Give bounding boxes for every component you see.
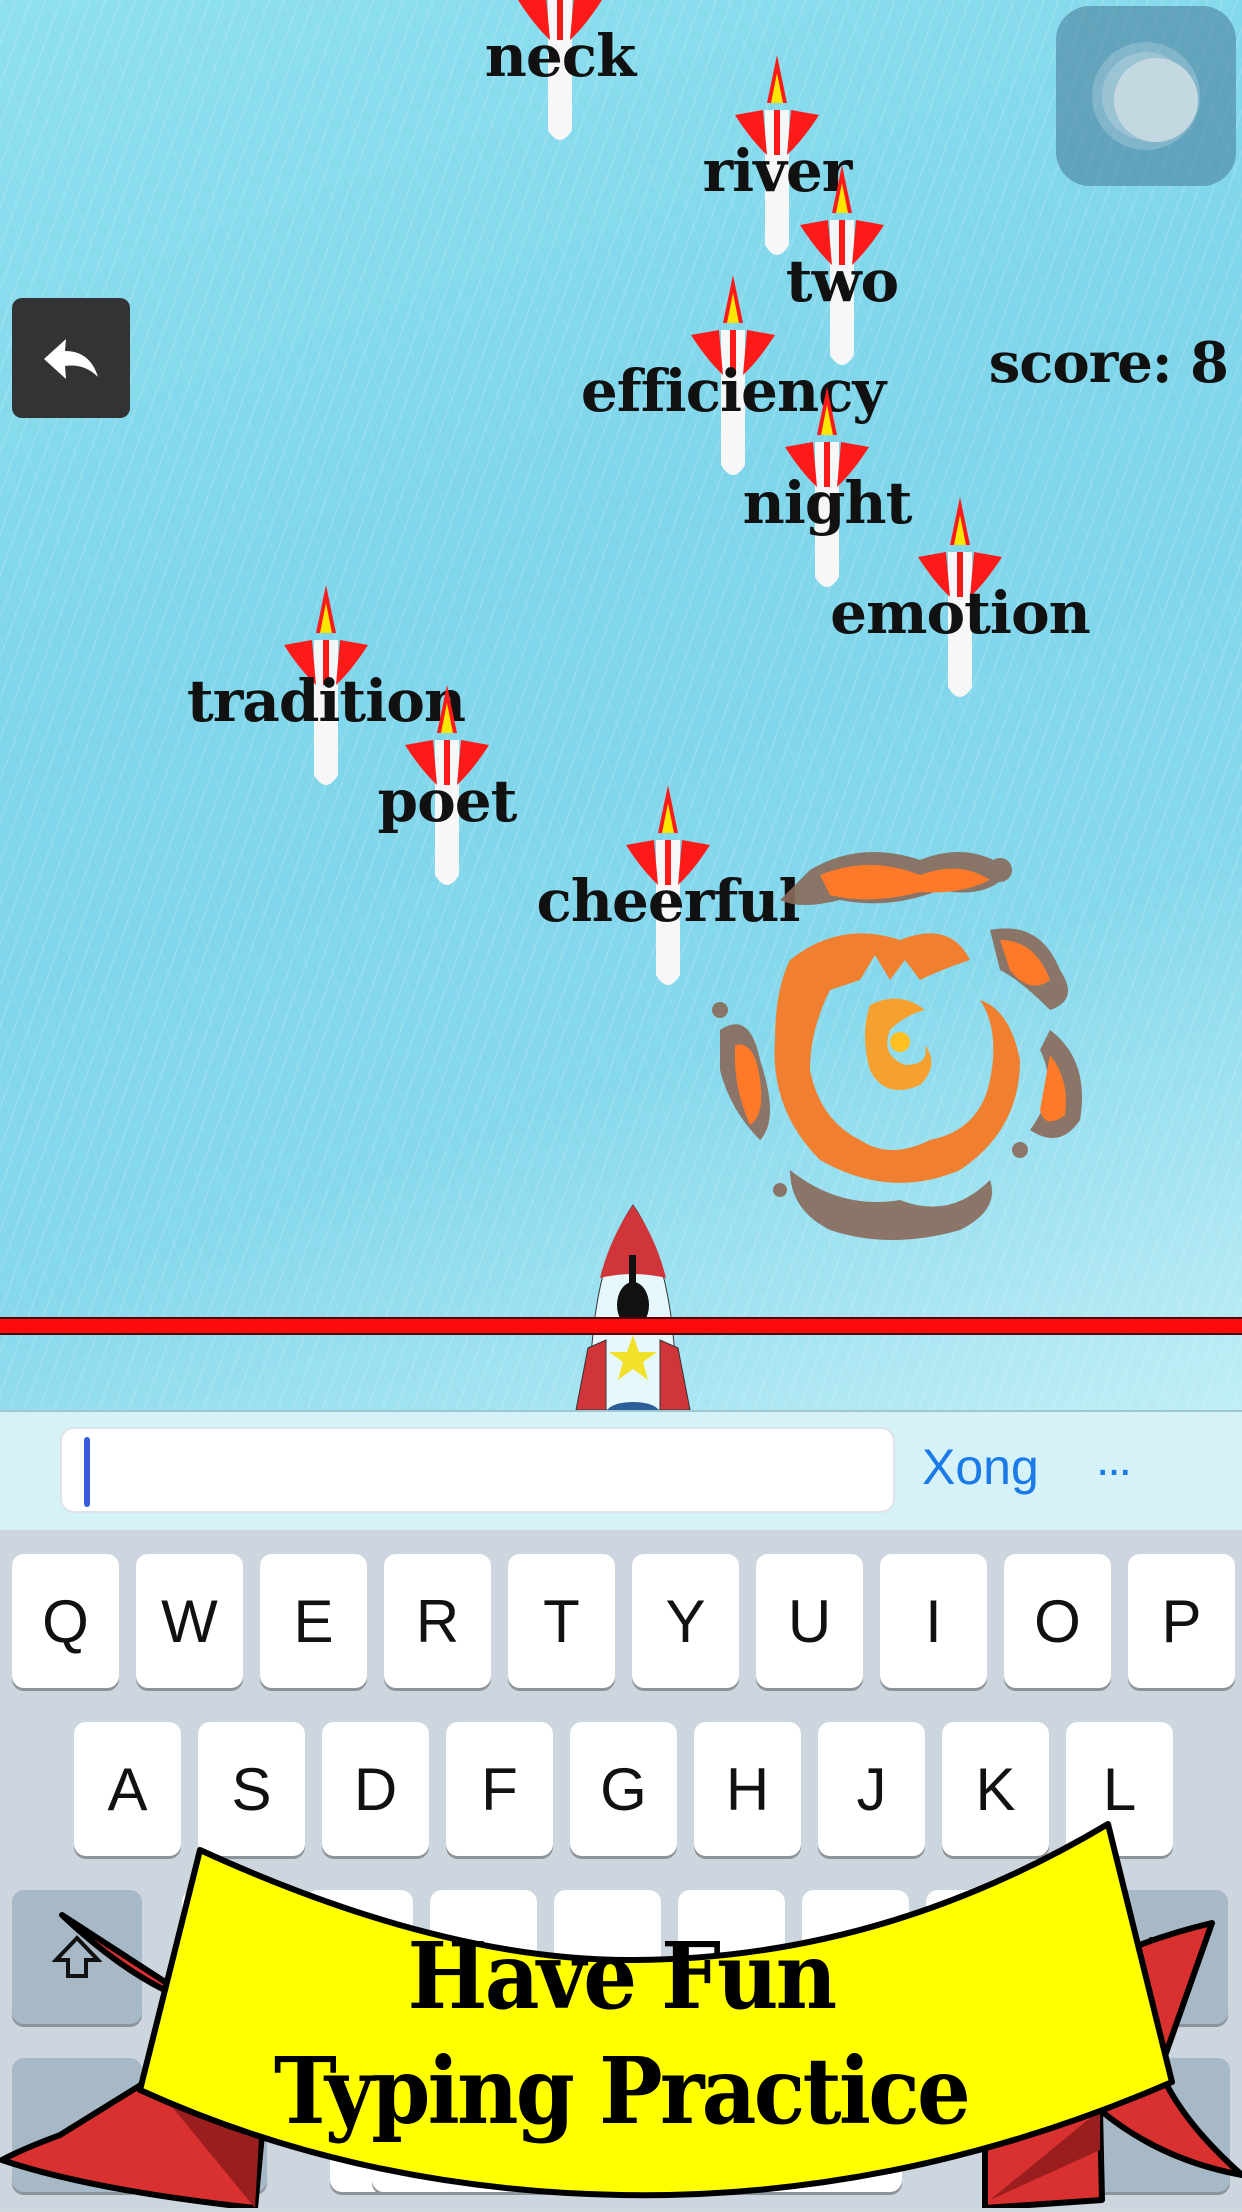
done-button[interactable]: Xong (922, 1438, 1039, 1496)
key-e[interactable]: E (260, 1554, 367, 1688)
explosion-effect (690, 830, 1110, 1250)
banner-title-line-1: Have Fun (407, 1922, 838, 2030)
falling-word: two (785, 247, 899, 315)
falling-word: neck (484, 22, 637, 90)
key-w[interactable]: W (136, 1554, 243, 1688)
falling-word: emotion (830, 579, 1091, 647)
banner-title-line-2: Typing Practice (273, 2037, 971, 2145)
falling-word: night (742, 469, 913, 537)
key-q[interactable]: Q (12, 1554, 119, 1688)
key-y[interactable]: Y (632, 1554, 739, 1688)
assistive-touch-center (1114, 58, 1198, 142)
player-rocket (548, 1200, 718, 1410)
more-button[interactable]: ... (1096, 1432, 1132, 1487)
score-display: score: 8 (988, 330, 1229, 396)
key-i[interactable]: I (880, 1554, 987, 1688)
assistive-touch-button[interactable] (1056, 6, 1236, 186)
typing-input[interactable] (60, 1427, 895, 1513)
key-o[interactable]: O (1004, 1554, 1111, 1688)
falling-word: poet (377, 767, 518, 835)
text-caret (84, 1437, 90, 1507)
game-area: neck river two efficiency night emotion tradit… (0, 0, 1242, 1410)
back-button[interactable] (12, 298, 130, 418)
input-accessory-bar: Xong ... (0, 1410, 1242, 1532)
danger-line (0, 1317, 1242, 1335)
key-p[interactable]: P (1128, 1554, 1235, 1688)
key-t[interactable]: T (508, 1554, 615, 1688)
back-arrow-icon (44, 339, 98, 379)
key-r[interactable]: R (384, 1554, 491, 1688)
key-u[interactable]: U (756, 1554, 863, 1688)
